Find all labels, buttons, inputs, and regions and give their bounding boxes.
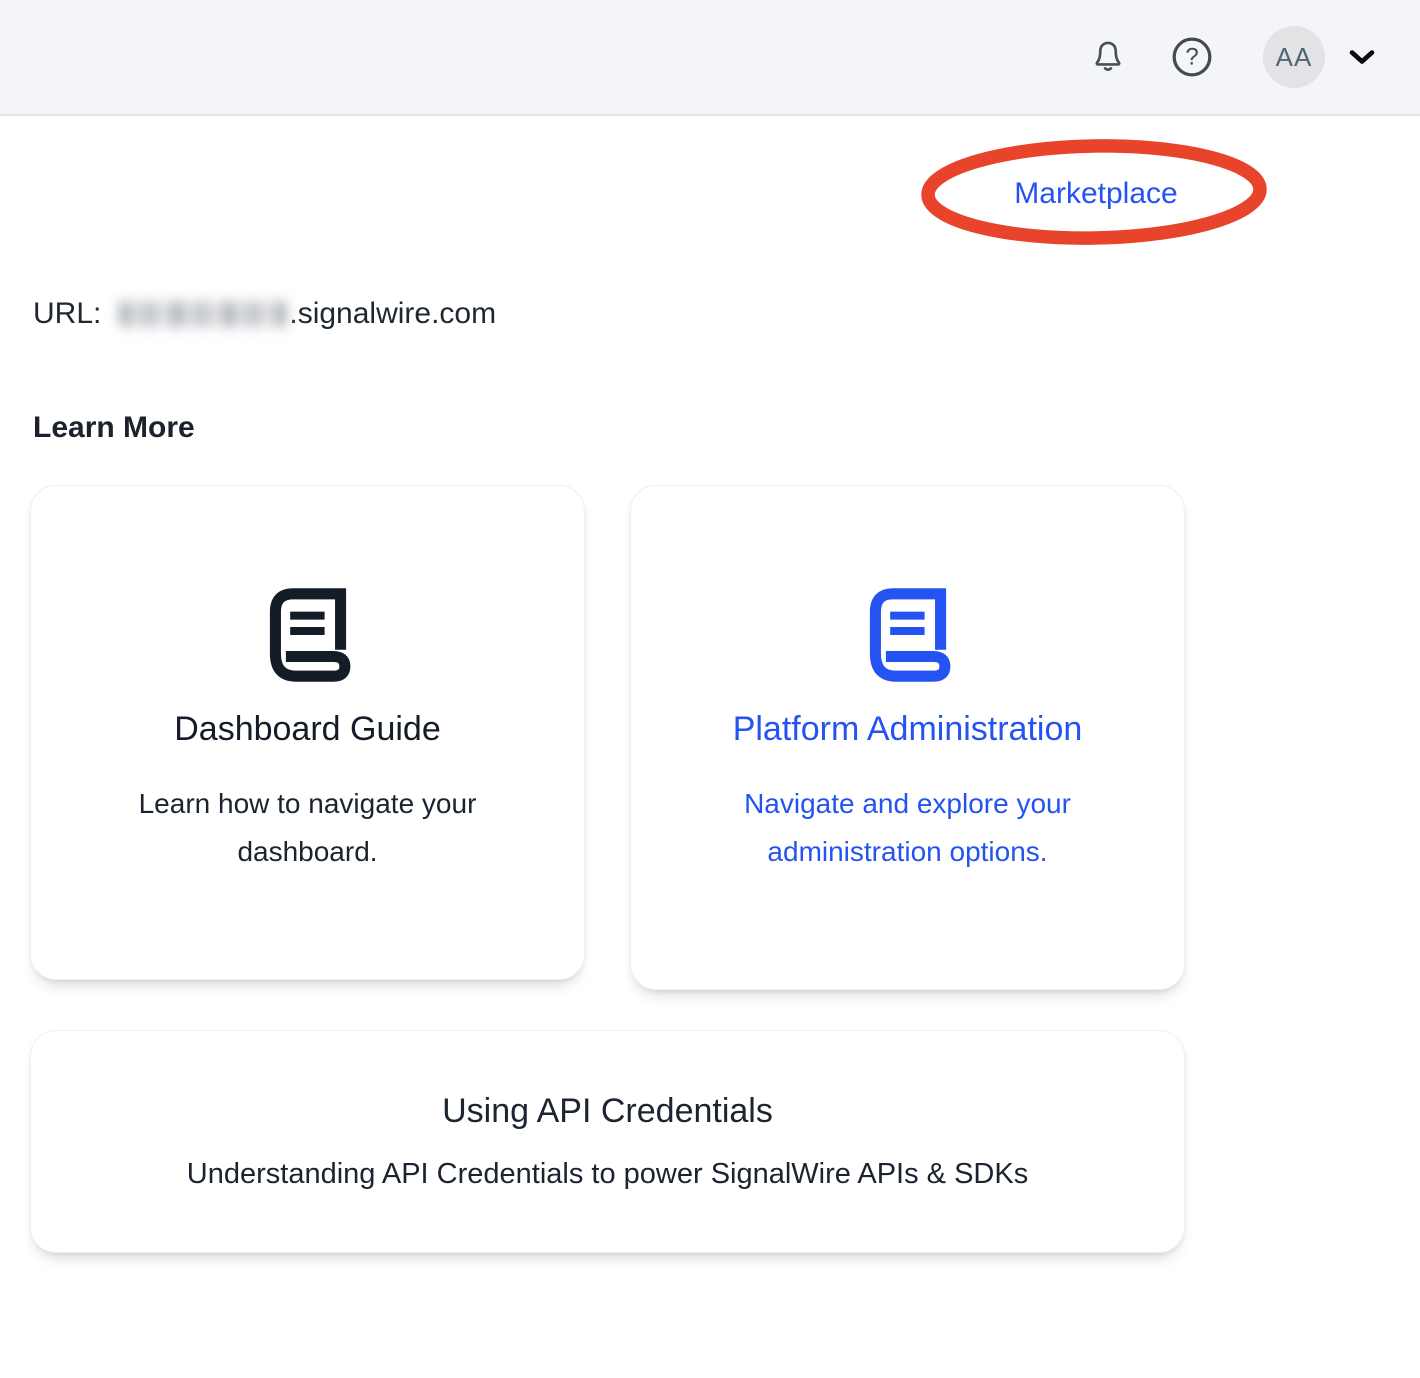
card-title: Dashboard Guide xyxy=(174,706,441,752)
url-suffix: .signalwire.com xyxy=(289,297,496,331)
workspace-url: URL: .signalwire.com xyxy=(33,297,496,331)
top-bar: ? AA xyxy=(0,0,1420,116)
learn-more-heading: Learn More xyxy=(33,411,195,445)
card-description: Learn how to navigate your dashboard. xyxy=(138,780,478,876)
card-title: Using API Credentials xyxy=(442,1088,773,1134)
using-api-credentials-card[interactable]: Using API Credentials Understanding API … xyxy=(30,1030,1185,1253)
dashboard-guide-card[interactable]: Dashboard Guide Learn how to navigate yo… xyxy=(30,485,585,980)
card-description: Navigate and explore your administration… xyxy=(698,780,1118,876)
marketplace-annotation-group: Marketplace xyxy=(922,141,1270,247)
card-title: Platform Administration xyxy=(733,706,1083,752)
book-icon xyxy=(249,576,367,694)
bell-icon xyxy=(1089,37,1127,77)
platform-administration-card[interactable]: Platform Administration Navigate and exp… xyxy=(630,485,1185,990)
redacted-subdomain xyxy=(119,301,287,327)
url-label: URL: xyxy=(33,297,101,331)
notifications-button[interactable] xyxy=(1089,37,1127,77)
book-icon xyxy=(849,576,967,694)
card-description: Understanding API Credentials to power S… xyxy=(187,1154,1028,1194)
help-icon: ? xyxy=(1169,34,1215,80)
chevron-down-icon xyxy=(1347,46,1377,68)
help-button[interactable]: ? xyxy=(1169,34,1215,80)
avatar[interactable]: AA xyxy=(1263,26,1325,88)
svg-text:?: ? xyxy=(1185,43,1198,70)
avatar-initials: AA xyxy=(1276,42,1313,73)
marketplace-link[interactable]: Marketplace xyxy=(1014,177,1177,211)
account-menu-button[interactable] xyxy=(1347,46,1377,68)
